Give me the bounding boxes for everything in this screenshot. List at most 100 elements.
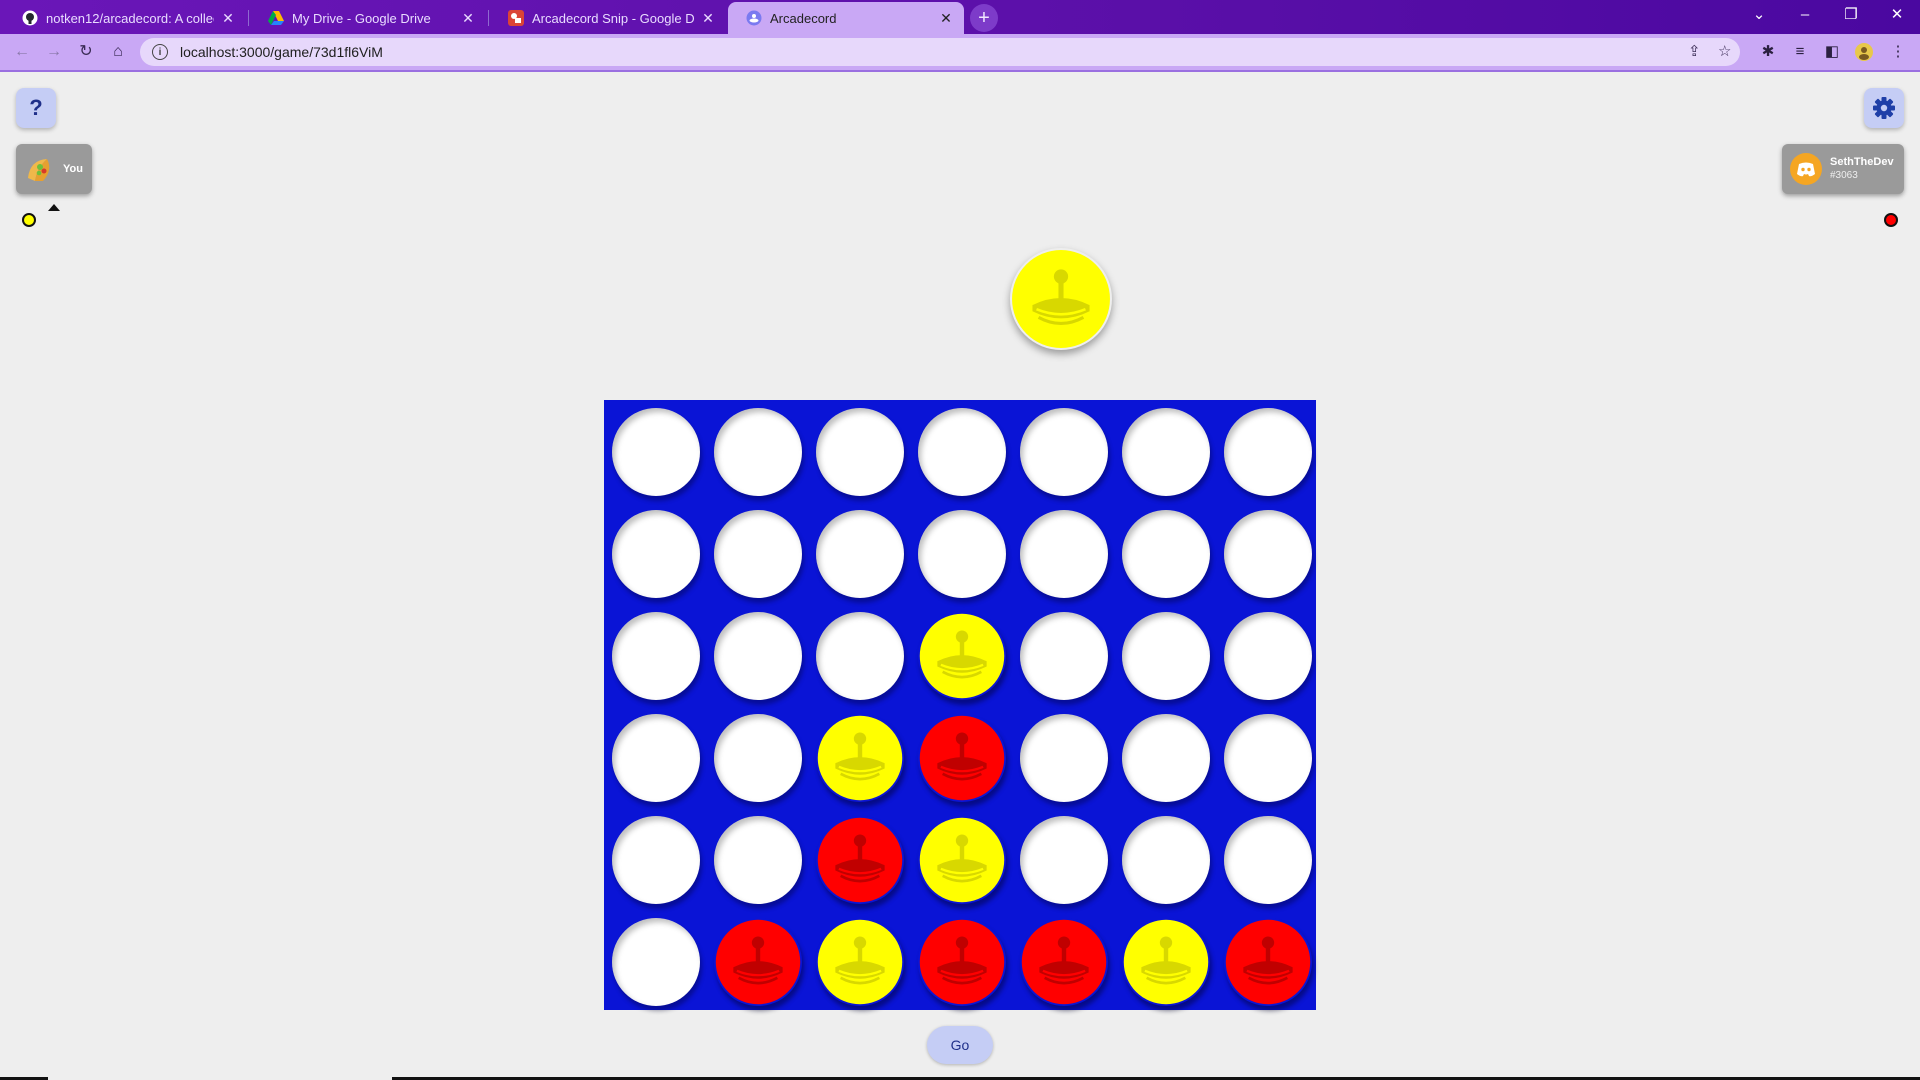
extensions-icon[interactable]: ✱ — [1758, 42, 1778, 62]
close-tab-icon[interactable]: ✕ — [938, 10, 954, 27]
piece-red[interactable] — [918, 918, 1006, 1006]
piece-red[interactable] — [816, 816, 904, 904]
empty-slot[interactable] — [1020, 510, 1108, 598]
taco-icon — [28, 159, 50, 181]
empty-slot[interactable] — [1224, 714, 1312, 802]
empty-slot[interactable] — [612, 510, 700, 598]
close-tab-icon[interactable]: ✕ — [700, 10, 716, 27]
empty-slot[interactable] — [714, 408, 802, 496]
empty-slot[interactable] — [714, 510, 802, 598]
google-drawings-icon — [508, 10, 524, 26]
empty-slot[interactable] — [1224, 612, 1312, 700]
empty-slot[interactable] — [1122, 408, 1210, 496]
empty-slot[interactable] — [714, 816, 802, 904]
address-bar[interactable]: i localhost:3000/game/73d1fl6ViM ⇪ ☆ — [140, 38, 1740, 66]
empty-slot[interactable] — [1224, 816, 1312, 904]
joystick-icon — [715, 919, 801, 1005]
joystick-icon — [817, 817, 903, 903]
joystick-icon — [919, 613, 1005, 699]
close-window-icon[interactable]: ✕ — [1874, 0, 1920, 30]
empty-slot[interactable] — [1020, 714, 1108, 802]
back-icon[interactable]: ← — [10, 40, 34, 64]
empty-slot[interactable] — [1122, 816, 1210, 904]
go-button[interactable]: Go — [927, 1026, 993, 1064]
tab-google-drive[interactable]: My Drive - Google Drive ✕ — [250, 2, 486, 34]
joystick-icon — [919, 817, 1005, 903]
empty-slot[interactable] — [612, 714, 700, 802]
github-icon — [22, 10, 38, 26]
empty-slot[interactable] — [612, 612, 700, 700]
tab-divider — [248, 10, 249, 26]
piece-yellow[interactable] — [816, 714, 904, 802]
empty-slot[interactable] — [1020, 408, 1108, 496]
share-icon[interactable]: ⇪ — [1688, 42, 1701, 60]
piece-yellow[interactable] — [1122, 918, 1210, 1006]
tab-google-drawings[interactable]: Arcadecord Snip - Google Drawin ✕ — [490, 2, 726, 34]
empty-slot[interactable] — [816, 510, 904, 598]
discord-icon — [1790, 153, 1822, 185]
forward-icon[interactable]: → — [42, 40, 66, 64]
opponent-discriminator: #3063 — [1830, 170, 1858, 181]
empty-slot[interactable] — [918, 510, 1006, 598]
joystick-icon — [1225, 919, 1311, 1005]
piece-red[interactable] — [1020, 918, 1108, 1006]
empty-slot[interactable] — [1020, 612, 1108, 700]
gear-icon — [1873, 97, 1895, 119]
empty-slot[interactable] — [1122, 714, 1210, 802]
piece-yellow[interactable] — [918, 816, 1006, 904]
empty-slot[interactable] — [816, 612, 904, 700]
piece-red[interactable] — [1224, 918, 1312, 1006]
side-panel-icon[interactable]: ◧ — [1822, 42, 1842, 62]
empty-slot[interactable] — [1224, 510, 1312, 598]
arcadecord-icon — [746, 10, 762, 26]
empty-slot[interactable] — [714, 714, 802, 802]
tab-github[interactable]: notken12/arcadecord: A collectio ✕ — [4, 2, 246, 34]
close-tab-icon[interactable]: ✕ — [220, 10, 236, 27]
new-tab-button[interactable]: + — [970, 4, 998, 32]
bookmark-star-icon[interactable]: ☆ — [1718, 42, 1731, 60]
tab-title: Arcadecord Snip - Google Drawin — [532, 10, 694, 26]
joystick-icon — [1123, 919, 1209, 1005]
empty-slot[interactable] — [1020, 816, 1108, 904]
empty-slot[interactable] — [714, 612, 802, 700]
empty-slot[interactable] — [1122, 510, 1210, 598]
empty-slot[interactable] — [612, 408, 700, 496]
profile-avatar-icon[interactable] — [1854, 42, 1874, 62]
empty-slot[interactable] — [816, 408, 904, 496]
minimize-icon[interactable]: – — [1782, 0, 1828, 30]
piece-yellow[interactable] — [918, 612, 1006, 700]
player-color-red-indicator — [1884, 213, 1898, 227]
piece-red[interactable] — [918, 714, 1006, 802]
url-text: localhost:3000/game/73d1fl6ViM — [180, 44, 383, 60]
hover-piece-yellow[interactable] — [1010, 248, 1112, 350]
piece-red[interactable] — [714, 918, 802, 1006]
empty-slot[interactable] — [1122, 612, 1210, 700]
joystick-icon — [1012, 250, 1110, 348]
empty-slot[interactable] — [918, 408, 1006, 496]
empty-slot[interactable] — [612, 816, 700, 904]
player-card-opponent: SethTheDev #3063 — [1782, 144, 1904, 194]
browser-menu-icon[interactable]: ⋮ — [1888, 42, 1908, 62]
turn-indicator-caret — [48, 204, 60, 211]
settings-button[interactable] — [1864, 88, 1904, 128]
tab-search-icon[interactable]: ⌄ — [1736, 0, 1782, 30]
site-info-icon[interactable]: i — [152, 44, 168, 60]
reload-icon[interactable]: ↻ — [74, 40, 98, 64]
joystick-icon — [1021, 919, 1107, 1005]
browser-tab-strip: notken12/arcadecord: A collectio ✕ My Dr… — [0, 0, 1920, 34]
tab-title: notken12/arcadecord: A collectio — [46, 10, 214, 26]
restore-icon[interactable]: ❐ — [1828, 0, 1874, 30]
tab-divider — [488, 10, 489, 26]
tab-arcadecord[interactable]: Arcadecord ✕ — [728, 2, 964, 34]
piece-yellow[interactable] — [816, 918, 904, 1006]
player-card-you: You — [16, 144, 92, 194]
help-button[interactable]: ? — [16, 88, 56, 128]
empty-slot[interactable] — [1224, 408, 1312, 496]
close-tab-icon[interactable]: ✕ — [460, 10, 476, 27]
reading-list-icon[interactable]: ≡ — [1790, 42, 1810, 62]
home-icon[interactable]: ⌂ — [106, 40, 130, 64]
joystick-icon — [919, 715, 1005, 801]
connect-four-board[interactable] — [604, 400, 1316, 1010]
player-color-yellow-indicator — [22, 213, 36, 227]
empty-slot[interactable] — [612, 918, 700, 1006]
